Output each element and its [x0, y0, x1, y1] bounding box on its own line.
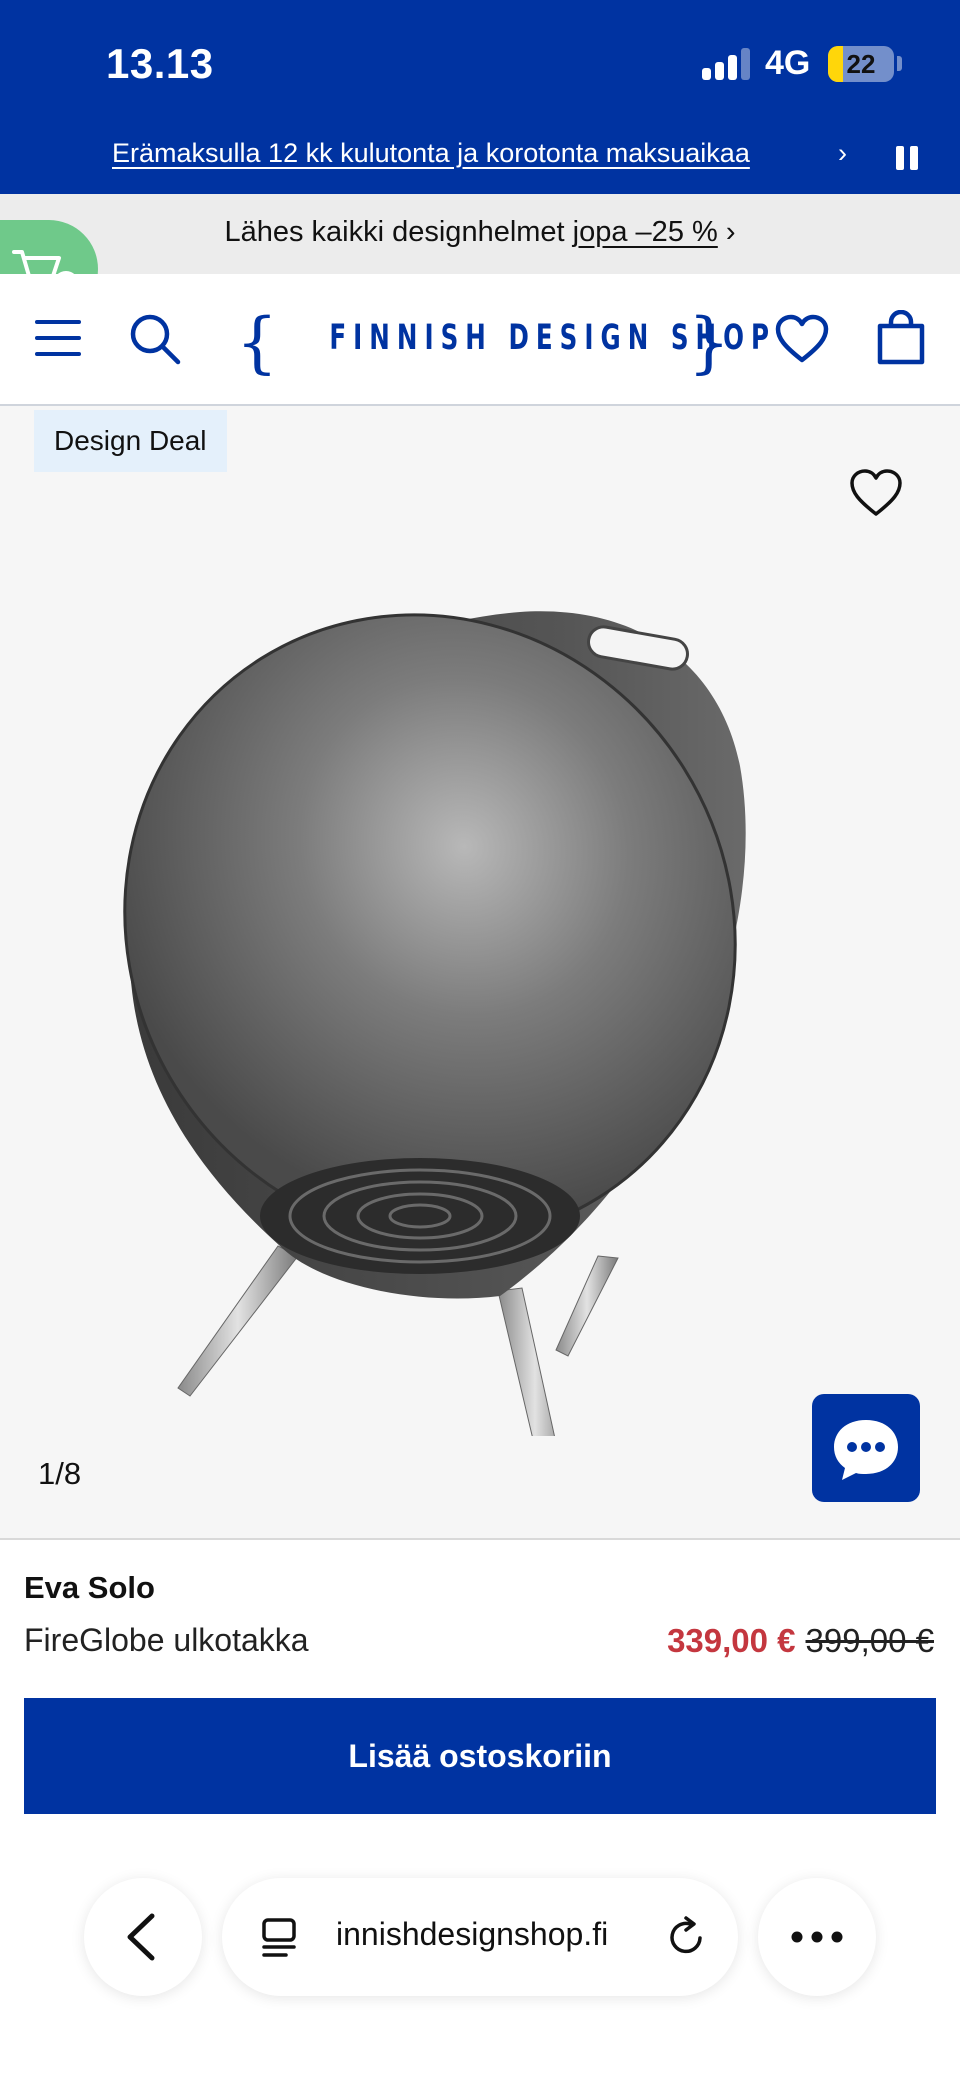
product-name: FireGlobe ulkotakka [24, 1622, 309, 1658]
deal-chevron-icon: › [717, 216, 736, 248]
site-header: { FINNISH DESIGN SHOP } [0, 274, 960, 406]
status-time: 13.13 [106, 40, 214, 87]
promo-chevron-icon: › [838, 138, 847, 168]
heart-icon[interactable] [774, 314, 830, 369]
battery-tip [897, 56, 902, 71]
product-gallery[interactable]: Design Deal 1/8 [0, 406, 960, 1538]
battery-level: 22 [846, 49, 876, 79]
deal-strip[interactable]: Lähes kaikki designhelmet jopa –25 % › [0, 194, 960, 274]
reload-icon[interactable] [664, 1914, 710, 1960]
search-icon[interactable] [128, 312, 182, 371]
promo-link[interactable]: Erämaksulla 12 kk kulutonta ja korotonta… [112, 138, 750, 169]
product-brand[interactable]: Eva Solo [24, 1570, 155, 1606]
url-text[interactable]: innishdesignshop.fi [336, 1916, 608, 1953]
add-to-cart-button[interactable]: Lisää ostoskoriin [24, 1698, 936, 1814]
more-button[interactable] [758, 1878, 876, 1996]
back-icon [127, 1913, 155, 1961]
pause-icon[interactable] [896, 146, 918, 170]
back-button[interactable] [84, 1878, 202, 1996]
sale-price: 339,00 € [667, 1622, 796, 1659]
price-row: 339,00 €399,00 € [667, 1622, 934, 1660]
logo-brace-right: } [688, 304, 730, 381]
top-banner: 13.13 4G 22 Erämaksulla 12 kk kulutonta … [0, 0, 960, 194]
shopping-bag-icon[interactable] [876, 309, 926, 371]
design-deal-badge: Design Deal [34, 410, 227, 472]
original-price: 399,00 € [805, 1622, 934, 1659]
deal-link[interactable]: jopa –25 % [573, 216, 718, 248]
logo-brace-left: { [236, 304, 278, 381]
product-info: Eva Solo FireGlobe ulkotakka 339,00 €399… [0, 1538, 960, 2078]
signal-icon [702, 48, 752, 80]
site-logo[interactable]: { FINNISH DESIGN SHOP } [236, 304, 777, 381]
image-counter: 1/8 [38, 1456, 82, 1491]
chat-icon[interactable] [812, 1394, 920, 1502]
address-bar[interactable]: innishdesignshop.fi [222, 1878, 738, 1996]
battery-icon: 22 [828, 46, 894, 82]
heart-icon[interactable] [848, 468, 904, 523]
tabs-icon[interactable] [258, 1916, 302, 1960]
promo-banner[interactable]: Erämaksulla 12 kk kulutonta ja korotonta… [0, 130, 960, 182]
deal-text: Lähes kaikki designhelmet [224, 216, 573, 248]
menu-icon[interactable] [34, 316, 82, 365]
more-icon [791, 1931, 843, 1943]
network-type: 4G [765, 44, 811, 82]
logo-text: FINNISH DESIGN SHOP [329, 318, 777, 358]
product-image [120, 516, 840, 1521]
